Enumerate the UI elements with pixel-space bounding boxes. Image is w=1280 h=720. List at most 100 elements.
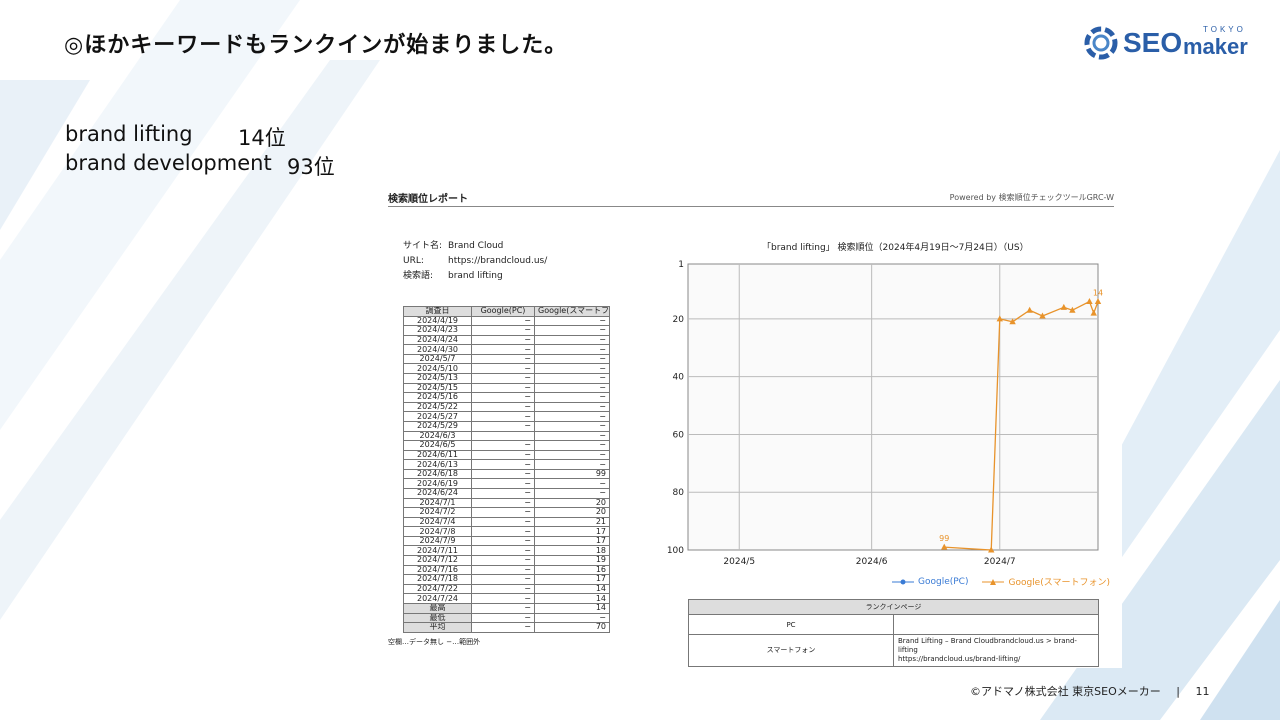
cell-google-sp: 17: [534, 535, 610, 547]
cell-date: 最高: [403, 602, 472, 614]
cell-google-pc: −: [471, 315, 535, 327]
landing-label: PC: [688, 614, 894, 635]
cell-date: 2024/6/24: [403, 488, 472, 499]
rank-history-table: 調査日 Google(PC) Google(スマートフォン) 2024/4/19…: [403, 306, 610, 633]
y-tick-label: 40: [673, 373, 685, 383]
keyword-name: brand lifting: [65, 122, 193, 146]
cell-google-sp: −: [534, 459, 610, 470]
cell-date: 2024/7/24: [403, 593, 472, 604]
cell-date: 2024/6/13: [403, 459, 472, 470]
summary-row: 平均 −70: [403, 622, 610, 633]
table-row: 2024/6/3 −: [403, 430, 610, 442]
cell-date: 2024/5/22: [403, 401, 472, 413]
y-tick-label: 1: [678, 260, 684, 270]
cell-google-sp: −: [534, 488, 610, 499]
table-row: 2024/6/13− −: [403, 459, 610, 470]
cell-google-pc: −: [471, 353, 535, 365]
cell-date: 2024/7/16: [403, 564, 472, 576]
cell-google-sp: 14: [534, 602, 610, 614]
cell-google-pc: −: [471, 497, 535, 509]
cell-google-pc: −: [471, 325, 535, 336]
cell-google-pc: −: [471, 344, 535, 355]
table-row: 2024/7/9−17: [403, 535, 610, 547]
landing-label: スマートフォン: [688, 634, 894, 667]
table-row: 2024/5/15− −: [403, 382, 610, 394]
cell-google-pc: −: [471, 488, 535, 499]
y-tick-label: 60: [673, 430, 685, 440]
table-row: 2024/7/8−17: [403, 526, 610, 537]
cell-google-pc: −: [471, 516, 535, 528]
cell-date: 2024/5/13: [403, 373, 472, 384]
cell-google-pc: −: [471, 440, 535, 451]
summary-row: 最高 −14: [403, 602, 610, 614]
cell-date: 2024/7/9: [403, 535, 472, 547]
table-row: 2024/6/11− −: [403, 449, 610, 461]
cell-google-sp: −: [534, 353, 610, 365]
info-value: Brand Cloud: [448, 241, 504, 251]
cell-google-sp: 17: [534, 574, 610, 585]
cell-google-sp: 18: [534, 545, 610, 557]
plot-area: [687, 263, 1099, 551]
landing-page-title: Brand Lifting – Brand Cloudbrandcloud.us…: [898, 637, 1077, 654]
data-label: 14: [1093, 289, 1103, 298]
table-row: 2024/6/24− −: [403, 488, 610, 499]
seo-maker-logo: SEO TOKYO maker: [1083, 22, 1253, 64]
cell-google-pc: −: [471, 478, 535, 489]
table-row: 2024/5/29− −: [403, 420, 610, 432]
cell-google-pc: −: [471, 583, 535, 595]
cell-google-pc: −: [471, 555, 535, 566]
info-label: 検索語:: [403, 271, 434, 281]
cell-google-sp: 14: [534, 593, 610, 604]
powered-by: Powered by 検索順位チェックツールGRC-W: [949, 193, 1114, 202]
cell-date: 2024/7/8: [403, 526, 472, 537]
cell-google-pc: −: [471, 526, 535, 537]
chart-legend: Google(PC) Google(スマートフォン): [892, 575, 1110, 588]
cell-date: 2024/7/11: [403, 545, 472, 557]
cell-date: 2024/7/4: [403, 516, 472, 528]
table-row: 2024/6/5− −: [403, 440, 610, 451]
cell-google-sp: −: [534, 325, 610, 336]
cell-google-sp: −: [534, 401, 610, 413]
rank-line-chart: 1 20 40 60 80 100 2024/5 2024/6 2024/7 99 14: [667, 260, 1103, 567]
site-url-row: URL: https://brandcloud.us/: [403, 254, 547, 269]
cell-google-sp: −: [534, 478, 610, 489]
cell-google-pc: −: [471, 363, 535, 375]
cell-date: 2024/6/3: [403, 430, 472, 442]
cell-google-sp: −: [534, 612, 610, 624]
table-row: 2024/4/19− −: [403, 315, 610, 327]
cell-date: 2024/7/1: [403, 497, 472, 509]
cell-date: 2024/7/2: [403, 507, 472, 518]
cell-google-pc: −: [471, 602, 535, 614]
legend-sp-marker-icon: [982, 578, 1005, 585]
cell-google-sp: −: [534, 382, 610, 394]
logo-ring-icon: [1084, 26, 1118, 60]
table-row: 2024/5/16− −: [403, 392, 610, 403]
cell-google-pc: −: [471, 420, 535, 432]
table-row: 2024/7/18−17: [403, 574, 610, 585]
table-row: 2024/5/13− −: [403, 373, 610, 384]
cell-date: 2024/5/16: [403, 392, 472, 403]
table-row: 2024/7/16−16: [403, 564, 610, 576]
table-row: 2024/7/4−21: [403, 516, 610, 528]
landing-header: ランクインページ: [688, 599, 1099, 615]
report-title: 検索順位レポート: [388, 194, 468, 205]
cell-google-sp: 17: [534, 526, 610, 537]
cell-google-pc: −: [471, 392, 535, 403]
cell-google-pc: [471, 430, 535, 442]
info-value: https://brandcloud.us/: [448, 256, 548, 266]
y-tick-label: 20: [673, 315, 685, 325]
legend-label: Google(スマートフォン): [1008, 578, 1110, 588]
table-row: 2024/5/10− −: [403, 363, 610, 375]
cell-google-sp: 20: [534, 507, 610, 518]
footer-copyright: ©アドマノ株式会社 東京SEOメーカー: [970, 685, 1161, 698]
table-row: 2024/7/2−20: [403, 507, 610, 518]
header-google-pc: Google(PC): [471, 306, 535, 317]
cell-google-pc: −: [471, 459, 535, 470]
cell-date: 2024/6/18: [403, 468, 472, 480]
landing-page-url[interactable]: https://brandcloud.us/brand-lifting/: [898, 655, 1094, 664]
cell-google-sp: 70: [534, 622, 610, 633]
cell-google-sp: −: [534, 315, 610, 327]
cell-google-sp: −: [534, 440, 610, 451]
cell-google-sp: −: [534, 449, 610, 461]
rank-report: 検索順位レポート Powered by 検索順位チェックツールGRC-W サイト…: [372, 176, 1122, 668]
